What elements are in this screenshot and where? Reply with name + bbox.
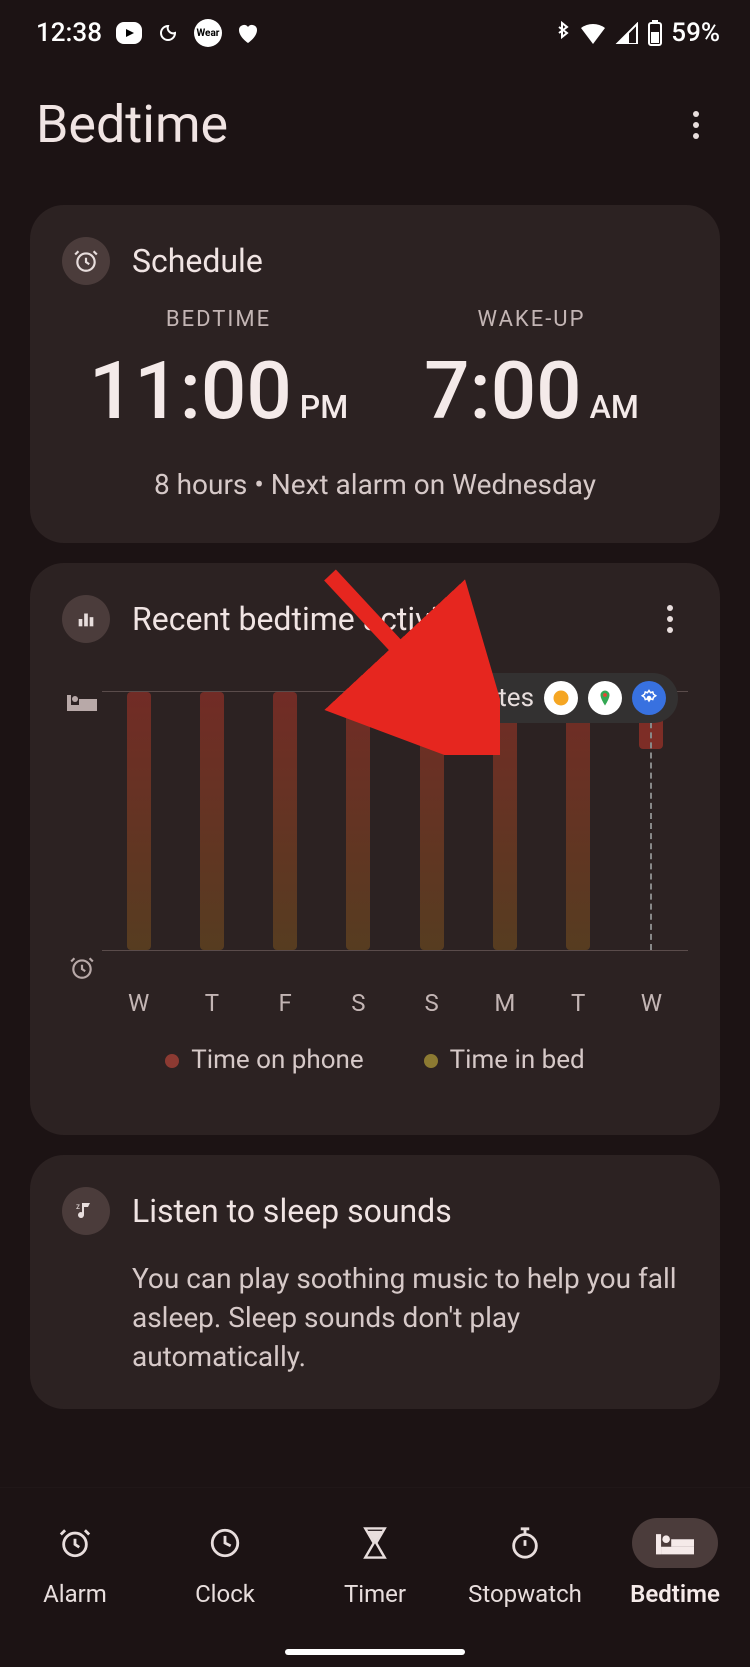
schedule-note: 8 hours • Next alarm on Wednesday (62, 468, 688, 511)
bedtime-column[interactable]: BEDTIME 11:00PM (62, 307, 375, 438)
legend-phone-label: Time on phone (191, 1045, 363, 1075)
activity-more-button[interactable] (652, 601, 688, 637)
legend-phone-dot (165, 1054, 179, 1068)
youtube-icon (116, 22, 142, 44)
status-left: 12:38 Wear (36, 18, 260, 48)
heart-icon (236, 22, 260, 44)
wear-app-icon: Wear (194, 19, 222, 47)
bedtime-ampm: PM (300, 388, 348, 426)
status-time: 12:38 (36, 18, 102, 48)
bar-t1 (200, 692, 224, 950)
battery-percent: 59% (671, 18, 720, 48)
activity-tooltip[interactable]: 2 minutes (397, 673, 678, 723)
wakeup-column[interactable]: WAKE-UP 7:00AM (375, 307, 688, 438)
nav-clock[interactable]: Clock (150, 1488, 300, 1667)
tick: F (273, 989, 297, 1017)
tick: T (200, 989, 224, 1017)
app-icon-1 (544, 681, 578, 715)
nav-stopwatch[interactable]: Stopwatch (450, 1488, 600, 1667)
alarm-icon (62, 237, 110, 285)
bar-s1 (346, 692, 370, 950)
activity-chart[interactable]: 2 minutes (62, 691, 688, 1075)
page-title: Bedtime (36, 94, 228, 155)
bar-t2 (566, 692, 590, 950)
bar-f (273, 692, 297, 950)
signal-icon (615, 22, 639, 44)
maps-icon (588, 681, 622, 715)
activity-title: Recent bedtime activity (132, 600, 464, 638)
chart-x-axis: W T F S S M T W (62, 989, 688, 1017)
status-right: 59% (555, 18, 720, 48)
bedtime-label: BEDTIME (62, 307, 375, 332)
sounds-title: Listen to sleep sounds (132, 1192, 452, 1230)
nav-bedtime[interactable]: Bedtime (600, 1488, 750, 1667)
bar-s2 (420, 692, 444, 950)
tooltip-text: 2 minutes (419, 683, 534, 713)
legend-bed-dot (424, 1054, 438, 1068)
tick: S (420, 989, 444, 1017)
gesture-bar[interactable] (285, 1649, 465, 1655)
nav-stopwatch-label: Stopwatch (468, 1580, 582, 1608)
bedtime-time: 11:00 (89, 344, 292, 438)
chart-legend: Time on phone Time in bed (62, 1045, 688, 1075)
tick: S (346, 989, 370, 1017)
tick: W (639, 989, 663, 1017)
battery-icon (647, 20, 663, 46)
nav-alarm-label: Alarm (43, 1580, 107, 1608)
music-note-icon: z (62, 1187, 110, 1235)
tick: W (127, 989, 151, 1017)
settings-chip-icon (632, 681, 666, 715)
wakeup-time: 7:00 (424, 344, 582, 438)
page-header: Bedtime (0, 58, 750, 185)
bed-axis-icon (62, 691, 102, 951)
more-options-button[interactable] (678, 107, 714, 143)
nav-alarm[interactable]: Alarm (0, 1488, 150, 1667)
tick: T (566, 989, 590, 1017)
wifi-icon (579, 22, 607, 44)
bar-chart-icon (62, 595, 110, 643)
status-bar: 12:38 Wear 59% (0, 0, 750, 58)
sleep-sounds-card[interactable]: z Listen to sleep sounds You can play so… (30, 1155, 720, 1409)
chart-plot (102, 691, 688, 951)
wakeup-ampm: AM (590, 388, 639, 426)
nav-timer-label: Timer (344, 1580, 406, 1608)
svg-text:z: z (76, 1202, 80, 1211)
dnd-moon-icon (156, 21, 180, 45)
alarm-axis-icon (62, 951, 102, 981)
bluetooth-icon (555, 20, 571, 46)
nav-clock-label: Clock (195, 1580, 255, 1608)
wakeup-label: WAKE-UP (375, 307, 688, 332)
bar-m (493, 692, 517, 950)
nav-timer[interactable]: Timer (300, 1488, 450, 1667)
bottom-nav: Alarm Clock Timer Stopwatch Bedtime (0, 1487, 750, 1667)
nav-bedtime-label: Bedtime (630, 1580, 720, 1608)
schedule-card[interactable]: Schedule BEDTIME 11:00PM WAKE-UP 7:00AM … (30, 205, 720, 543)
activity-card: Recent bedtime activity 2 minutes (30, 563, 720, 1135)
tick: M (493, 989, 517, 1017)
bar-w1 (127, 692, 151, 950)
legend-bed-label: Time in bed (450, 1045, 585, 1075)
current-time-line (650, 692, 652, 950)
sounds-description: You can play soothing music to help you … (132, 1259, 688, 1377)
schedule-title: Schedule (132, 242, 263, 280)
